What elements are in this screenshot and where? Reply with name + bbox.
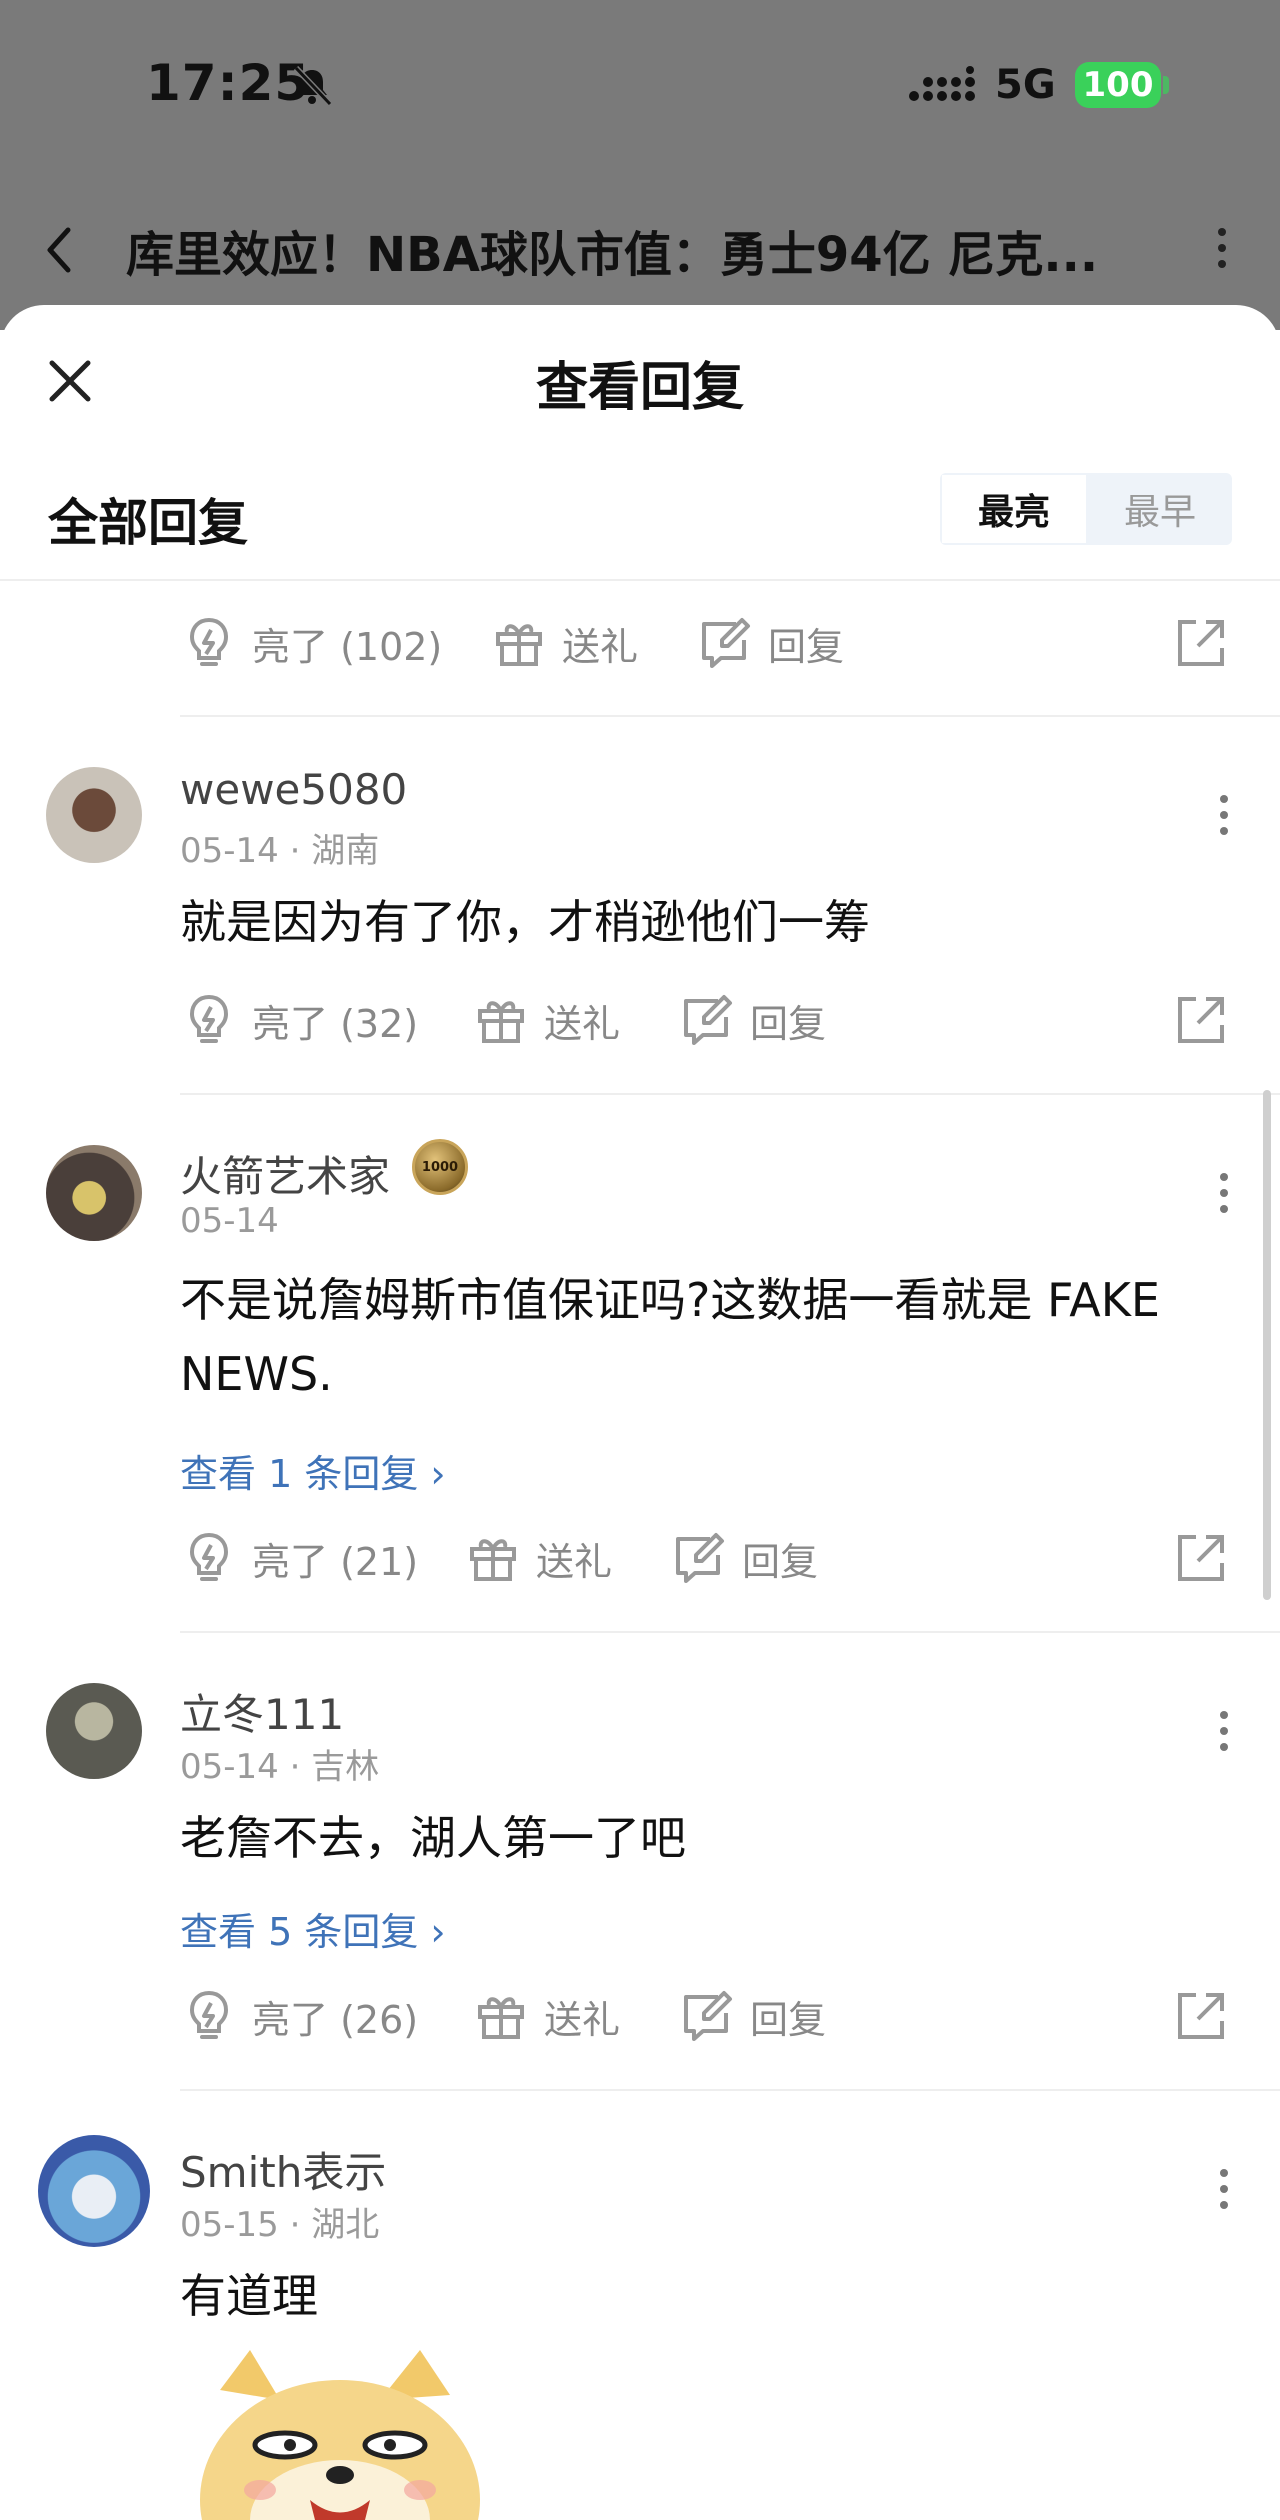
share-icon [1178,620,1224,666]
article-page-backdrop: 17:25 5G 100 库里效应！NBA球队市值：勇士94亿 尼克... [0,0,1280,330]
username[interactable]: 立冬111 [180,1681,344,1742]
divider [180,2089,1280,2091]
action-row: 亮了 (32) 送礼 回复 [180,985,1240,1055]
light-count: 亮了 (102) [252,624,443,669]
more-options-icon[interactable] [1212,785,1236,845]
gift-button[interactable]: 送礼 [472,1981,620,2051]
comment-meta: 05-14 · 湖南 [180,831,380,871]
comment-text: 不是说詹姆斯市值保证吗?这数据一看就是 FAKE NEWS. [180,1273,1160,1401]
share-icon [1178,1993,1224,2039]
action-row: 亮了 (21) 送礼 回复 [180,1523,1240,1593]
lightbulb-icon [189,1990,229,2039]
gift-label: 送礼 [562,624,639,669]
reply-button[interactable]: 回复 [678,1981,826,2051]
battery-level: 100 [1082,65,1154,105]
reply-label: 回复 [742,1539,819,1584]
gift-label: 送礼 [544,1001,621,1046]
comment-meta: 05-14 [180,1201,279,1241]
divider [0,579,1280,581]
network-type: 5G [995,62,1056,108]
username[interactable]: 火箭艺术家 [180,1143,390,1204]
section-title: 全部回复 [48,494,248,552]
gift-icon [478,1001,524,1043]
bell-off-icon [293,65,333,107]
sort-toggle: 最亮 最早 [940,473,1232,545]
avatar[interactable] [38,2135,150,2247]
reply-label: 回复 [750,1997,827,2042]
battery-indicator: 100 [1075,62,1161,108]
edit-reply-icon [676,1533,724,1583]
lightbulb-icon [189,617,229,666]
username[interactable]: Smith表示 [180,2139,386,2200]
view-replies-link[interactable]: 查看 1 条回复 › [180,1443,446,1498]
more-options-icon[interactable] [1212,2159,1236,2219]
light-button[interactable]: 亮了 (21) [180,1523,418,1593]
gift-button[interactable]: 送礼 [464,1523,612,1593]
share-button[interactable] [1172,608,1230,678]
gift-icon [470,1539,516,1581]
view-replies-link[interactable]: 查看 5 条回复 › [180,1901,446,1956]
light-count: 亮了 (21) [252,1539,419,1584]
avatar[interactable] [46,1145,142,1241]
edit-reply-icon [684,1991,732,2041]
reply-sheet: 查看回复 全部回复 最亮 最早 亮了 (102) 送礼 回复 wewe5080 … [0,305,1280,2498]
avatar[interactable] [46,767,142,863]
light-button[interactable]: 亮了 (32) [180,985,418,1055]
level-badge-icon: 1000 [412,1139,468,1195]
sort-option-earliest[interactable]: 最早 [1088,473,1232,545]
gift-icon [496,624,542,666]
sheet-title: 查看回复 [535,358,744,418]
share-icon [1178,1535,1224,1581]
action-row: 亮了 (26) 送礼 回复 [180,1981,1240,2051]
comment-text: 有道理 [180,2269,318,2323]
edit-reply-icon [684,995,732,1045]
lightbulb-icon [189,1532,229,1581]
share-button[interactable] [1172,1981,1230,2051]
divider [180,715,1280,717]
cellular-signal-icon [909,66,975,101]
more-options-icon[interactable] [1212,1163,1236,1223]
comment-text: 就是因为有了你，才稍逊他们一筹 [180,895,870,949]
light-count: 亮了 (32) [252,1001,419,1046]
light-button[interactable]: 亮了 (102) [180,608,442,678]
avatar[interactable] [46,1683,142,1779]
gift-button[interactable]: 送礼 [472,985,620,1055]
edit-reply-icon [702,618,750,668]
article-title: 库里效应！NBA球队市值：勇士94亿 尼克... [126,227,1099,283]
divider [180,1093,1280,1095]
gift-label: 送礼 [536,1539,613,1584]
reply-button[interactable]: 回复 [678,985,826,1055]
comment-text: 老詹不去，湖人第一了吧 [180,1811,686,1865]
status-time: 17:25 [146,54,311,112]
action-row: 亮了 (102) 送礼 回复 [180,608,1240,678]
battery-tip [1163,76,1169,94]
share-icon [1178,997,1224,1043]
divider [180,1631,1280,1633]
comment-meta: 05-14 · 吉林 [180,1747,380,1787]
more-options-icon[interactable] [1210,218,1234,278]
reply-button[interactable]: 回复 [696,608,844,678]
reply-label: 回复 [768,624,845,669]
gift-button[interactable]: 送礼 [490,608,638,678]
light-count: 亮了 (26) [252,1997,419,2042]
back-arrow-icon[interactable] [40,220,80,280]
gift-icon [478,1997,524,2039]
username[interactable]: wewe5080 [180,765,407,814]
more-options-icon[interactable] [1212,1701,1236,1761]
scrollbar[interactable] [1263,1090,1271,1600]
sort-option-brightest[interactable]: 最亮 [940,473,1088,545]
share-button[interactable] [1172,1523,1230,1593]
light-button[interactable]: 亮了 (26) [180,1981,418,2051]
lightbulb-icon [189,994,229,1043]
comment-meta: 05-15 · 湖北 [180,2205,380,2245]
reply-label: 回复 [750,1001,827,1046]
share-button[interactable] [1172,985,1230,1055]
gift-label: 送礼 [544,1997,621,2042]
sticker-image[interactable] [190,2350,490,2520]
reply-button[interactable]: 回复 [670,1523,818,1593]
